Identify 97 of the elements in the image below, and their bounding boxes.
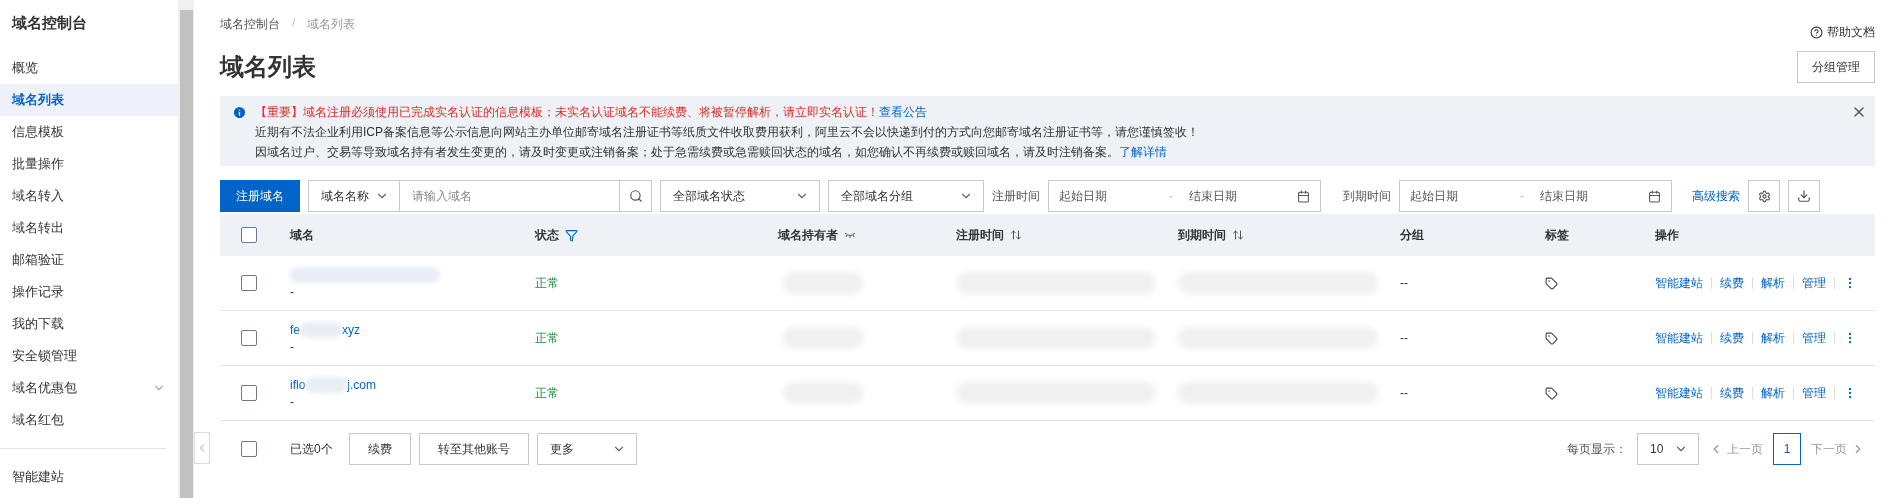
bulk-action-button[interactable]: 续费 bbox=[348, 433, 411, 465]
domain-link[interactable]: iflo bbox=[290, 378, 306, 392]
group-value: -- bbox=[1400, 386, 1408, 400]
search-type-select[interactable]: 域名名称 bbox=[308, 180, 400, 212]
status-select[interactable]: 全部域名状态 bbox=[660, 180, 820, 212]
sidebar-item[interactable]: 域名转入 bbox=[0, 180, 178, 212]
domain-link[interactable]: j.com bbox=[347, 378, 376, 392]
sidebar-item[interactable]: 域名优惠包 bbox=[0, 372, 178, 404]
calendar-icon[interactable] bbox=[1297, 189, 1310, 203]
sidebar-item[interactable]: 域名转出 bbox=[0, 212, 178, 244]
column-header: 域名 bbox=[290, 226, 314, 244]
info-icon bbox=[232, 105, 247, 120]
advanced-search-link[interactable]: 高级搜索 bbox=[1692, 187, 1740, 205]
domain-link[interactable]: fe bbox=[290, 323, 300, 337]
group-value: -- bbox=[1400, 276, 1408, 290]
domain-note: - bbox=[290, 395, 295, 409]
column-header: 域名持有者 bbox=[778, 226, 838, 244]
status-text: 正常 bbox=[535, 384, 559, 402]
page-button[interactable]: 1 bbox=[1773, 433, 1801, 465]
page-title: 域名列表 bbox=[220, 52, 316, 82]
sidebar-item[interactable]: 概览 bbox=[0, 52, 178, 84]
page-size-select[interactable]: 10 bbox=[1637, 433, 1699, 465]
action-link[interactable]: 管理 bbox=[1802, 329, 1826, 347]
sidebar-item[interactable]: 我的下载 bbox=[0, 308, 178, 340]
tag-icon[interactable] bbox=[1545, 386, 1558, 400]
column-header: 标签 bbox=[1545, 226, 1569, 244]
checkbox[interactable] bbox=[241, 330, 257, 346]
checkbox[interactable] bbox=[241, 385, 257, 401]
group-value: -- bbox=[1400, 331, 1408, 345]
domain-note: - bbox=[290, 340, 295, 354]
column-header: 到期时间 bbox=[1178, 226, 1226, 244]
scrollbar[interactable] bbox=[178, 0, 194, 498]
action-link[interactable]: 管理 bbox=[1802, 274, 1826, 292]
settings-icon[interactable] bbox=[1757, 189, 1771, 203]
sort-icon[interactable] bbox=[1010, 229, 1022, 241]
column-header: 注册时间 bbox=[956, 226, 1004, 244]
sidebar-item[interactable]: 邮箱验证 bbox=[0, 244, 178, 276]
search-icon[interactable] bbox=[628, 189, 643, 203]
action-link[interactable]: 解析 bbox=[1761, 384, 1785, 402]
checkbox[interactable] bbox=[241, 441, 257, 457]
breadcrumb-separator: / bbox=[292, 16, 296, 32]
sidebar-item[interactable]: 信息模板 bbox=[0, 116, 178, 148]
details-link[interactable]: 了解详情 bbox=[1119, 144, 1167, 160]
eye-closed-icon[interactable] bbox=[844, 231, 856, 239]
tag-icon[interactable] bbox=[1545, 276, 1558, 290]
sidebar-item[interactable]: 安全锁管理 bbox=[0, 340, 178, 372]
column-header: 操作 bbox=[1655, 226, 1679, 244]
status-text: 正常 bbox=[535, 329, 559, 347]
domain-link[interactable]: xyz bbox=[342, 323, 360, 337]
register-date-range[interactable]: 起始日期 - 结束日期 bbox=[1048, 180, 1321, 212]
action-link[interactable]: 智能建站 bbox=[1655, 329, 1703, 347]
action-link[interactable]: 解析 bbox=[1761, 329, 1785, 347]
checkbox[interactable] bbox=[241, 275, 257, 291]
search-button[interactable] bbox=[620, 180, 652, 212]
sort-icon[interactable] bbox=[1232, 229, 1244, 241]
sidebar-item[interactable]: 批量操作 bbox=[0, 148, 178, 180]
action-link[interactable]: 续费 bbox=[1720, 274, 1744, 292]
action-link[interactable]: 智能建站 bbox=[1655, 274, 1703, 292]
tag-icon[interactable] bbox=[1545, 331, 1558, 345]
action-link[interactable]: 续费 bbox=[1720, 384, 1744, 402]
sidebar-item[interactable]: 操作记录 bbox=[0, 276, 178, 308]
group-select[interactable]: 全部域名分组 bbox=[828, 180, 984, 212]
help-icon[interactable] bbox=[1810, 26, 1823, 39]
register-domain-button[interactable]: 注册域名 bbox=[220, 180, 300, 212]
calendar-icon[interactable] bbox=[1648, 189, 1661, 203]
action-link[interactable]: 管理 bbox=[1802, 384, 1826, 402]
column-header: 分组 bbox=[1400, 226, 1424, 244]
download-icon[interactable] bbox=[1797, 189, 1811, 203]
console-title: 域名控制台 bbox=[10, 14, 88, 33]
selected-count: 已选0个 bbox=[290, 440, 333, 458]
sidebar-item[interactable]: 域名红包 bbox=[0, 404, 178, 436]
register-time-label: 注册时间 bbox=[992, 187, 1040, 205]
expiry-date-range[interactable]: 起始日期 - 结束日期 bbox=[1399, 180, 1672, 212]
help-link[interactable]: 帮助文档 bbox=[1810, 24, 1875, 41]
column-header: 状态 bbox=[535, 226, 559, 244]
checkbox[interactable] bbox=[241, 227, 257, 243]
download-button[interactable] bbox=[1788, 180, 1820, 212]
sidebar-item[interactable]: 智能建站 bbox=[0, 461, 178, 493]
expiry-time-label: 到期时间 bbox=[1343, 187, 1391, 205]
domain-search-field[interactable]: 请输入域名 bbox=[400, 180, 620, 212]
domain-note: - bbox=[290, 285, 295, 299]
notice-text: 近期有不法企业利用ICP备案信息等公示信息向网站主办单位邮寄域名注册证书等纸质文件收取费用获利，阿里云不会以快递到付的方式向您邮寄域名注册证书等，请您谨慎签收！ bbox=[255, 124, 1199, 140]
page-size-label: 每页显示： bbox=[1567, 440, 1627, 458]
action-link[interactable]: 解析 bbox=[1761, 274, 1785, 292]
more-select[interactable]: 更多 bbox=[536, 433, 637, 465]
filter-icon[interactable] bbox=[565, 228, 578, 242]
action-link[interactable]: 智能建站 bbox=[1655, 384, 1703, 402]
breadcrumb-item[interactable]: 域名控制台 bbox=[220, 16, 280, 33]
notice-headline: 【重要】域名注册必须使用已完成实名认证的信息模板；未实名认证域名不能续费、将被暂停解析，请立即实名认证！ bbox=[255, 104, 879, 120]
sidebar-item[interactable]: 域名列表 bbox=[0, 84, 178, 116]
announcement-link[interactable]: 查看公告 bbox=[879, 104, 927, 120]
notice-text: 因域名过户、交易等导致域名持有者发生变更的，请及时变更或注销备案；处于急需续费或急需赎回状态的域名，如您确认不再续费或赎回域名，请及时注销备案。 bbox=[255, 144, 1119, 160]
group-manage-button[interactable]: 分组管理 bbox=[1797, 51, 1875, 83]
status-text: 正常 bbox=[535, 274, 559, 292]
bulk-action-button[interactable]: 转至其他账号 bbox=[418, 433, 529, 465]
settings-button[interactable] bbox=[1748, 180, 1780, 212]
action-link[interactable]: 续费 bbox=[1720, 329, 1744, 347]
